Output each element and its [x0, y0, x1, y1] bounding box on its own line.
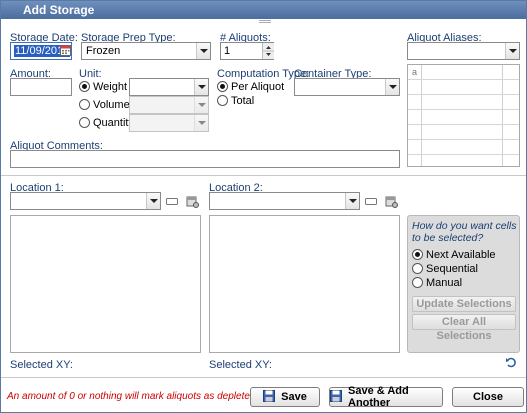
save-add-another-button[interactable]: Save & Add Another	[329, 385, 443, 409]
unit-weight-radio[interactable]	[79, 81, 90, 92]
location2-selected-xy: Selected XY:	[209, 359, 272, 371]
save-label: Save	[281, 391, 307, 403]
chevron-down-icon[interactable]	[345, 193, 359, 209]
amount-field[interactable]	[10, 78, 72, 96]
add-storage-dialog: Add Storage Storage Date: 11/09/2010 Sto…	[0, 0, 527, 413]
num-aliquots-value: 1	[224, 45, 231, 57]
depletion-warning: An amount of 0 or nothing will mark aliq…	[7, 391, 292, 402]
calendar-icon[interactable]	[60, 44, 71, 56]
save-button[interactable]: Save	[250, 387, 320, 407]
unit-volume-label: Volume	[93, 99, 130, 111]
sequential-label: Sequential	[426, 263, 478, 275]
manual-label: Manual	[426, 277, 463, 289]
cell-selection-question: How do you want cells to be selected?	[412, 220, 517, 244]
location1-selected-xy: Selected XY:	[10, 359, 73, 371]
storage-prep-select[interactable]: Frozen	[81, 42, 211, 60]
container-type-select[interactable]	[294, 78, 400, 96]
freezer-box-icon[interactable]	[185, 194, 199, 208]
total-radio[interactable]	[217, 95, 228, 106]
location2-select[interactable]	[209, 192, 360, 210]
chevron-down-icon[interactable]	[194, 115, 208, 131]
chevron-down-icon[interactable]	[194, 79, 208, 95]
title-bar[interactable]: Add Storage	[1, 1, 526, 19]
unit-label: Unit:	[79, 68, 102, 80]
unit-quantity-label: Quantity	[93, 117, 134, 129]
manual-radio[interactable]	[412, 277, 423, 288]
cell-selection-panel: How do you want cells to be selected? Ne…	[407, 215, 520, 353]
total-label: Total	[231, 95, 255, 107]
close-button[interactable]: Close	[452, 387, 524, 407]
sequential-radio[interactable]	[412, 263, 423, 274]
grid-header-cell: a	[412, 67, 418, 77]
storage-prep-value: Frozen	[86, 45, 121, 57]
chevron-down-icon[interactable]	[505, 43, 519, 59]
aliquot-comments-field[interactable]	[10, 150, 400, 168]
save-add-another-label: Save & Add Another	[348, 385, 409, 409]
chevron-down-icon[interactable]	[194, 97, 208, 113]
floppy-disk-icon	[330, 389, 342, 405]
chevron-down-icon[interactable]	[196, 43, 210, 59]
undo-icon[interactable]	[505, 356, 517, 368]
per-aliquot-radio[interactable]	[217, 81, 228, 92]
unit-weight-select[interactable]	[129, 78, 209, 96]
location1-select[interactable]	[10, 192, 161, 210]
window-title: Add Storage	[23, 3, 95, 17]
per-aliquot-label: Per Aliquot	[231, 81, 285, 93]
footer-divider	[1, 377, 526, 378]
unit-volume-radio[interactable]	[79, 99, 90, 110]
section-divider	[1, 175, 526, 176]
location1-grid-panel[interactable]	[10, 215, 201, 353]
chevron-down-icon[interactable]	[385, 79, 399, 95]
close-label: Close	[473, 391, 503, 403]
aliquot-aliases-grid[interactable]: a	[407, 64, 520, 167]
clear-all-selections-button[interactable]: Clear All Selections	[412, 314, 516, 342]
floppy-disk-icon	[263, 389, 276, 405]
clear-location1-icon[interactable]	[165, 194, 179, 208]
next-available-label: Next Available	[426, 249, 496, 261]
location2-grid-panel[interactable]	[209, 215, 400, 353]
unit-quantity-select[interactable]	[129, 114, 209, 132]
unit-quantity-radio[interactable]	[79, 117, 90, 128]
freezer-box-icon[interactable]	[384, 194, 398, 208]
update-selections-button[interactable]: Update Selections	[412, 296, 516, 312]
unit-volume-select[interactable]	[129, 96, 209, 114]
aliquot-aliases-select[interactable]	[407, 42, 520, 60]
next-available-radio[interactable]	[412, 249, 423, 260]
stepper-arrows[interactable]	[262, 43, 274, 59]
resize-grip[interactable]	[259, 20, 271, 24]
unit-weight-label: Weight	[93, 81, 128, 93]
clear-location2-icon[interactable]	[364, 194, 378, 208]
chevron-down-icon[interactable]	[146, 193, 160, 209]
